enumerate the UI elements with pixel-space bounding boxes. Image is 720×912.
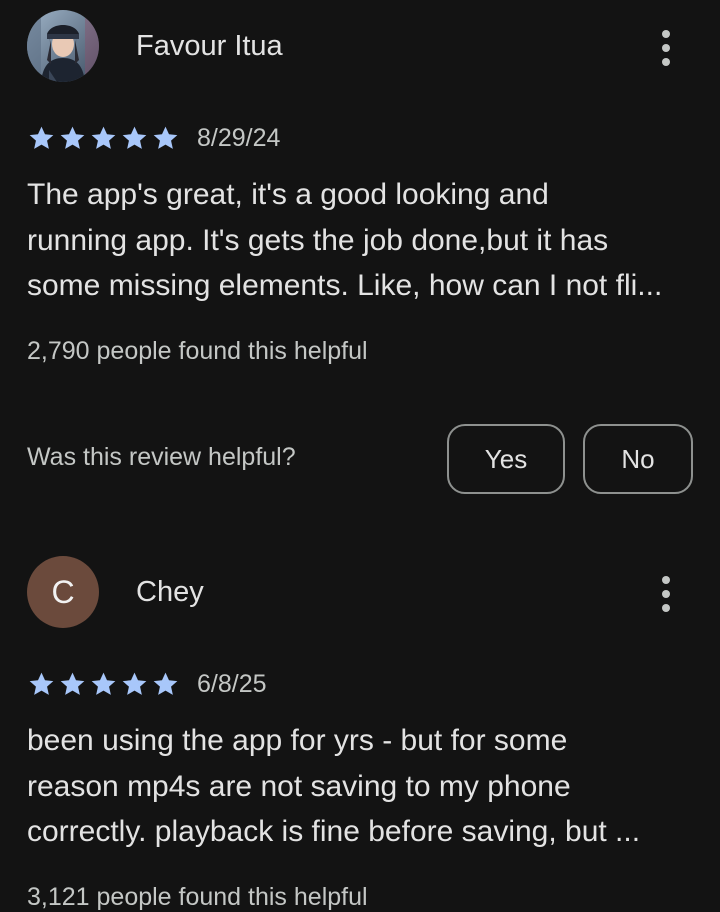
star-icon bbox=[153, 126, 178, 149]
helpful-count: 2,790 people found this helpful bbox=[27, 337, 368, 365]
star-icon bbox=[91, 126, 116, 149]
review-text-line: running app. It's gets the job done,but … bbox=[27, 223, 609, 257]
review-text-line: The app's great, it's a good looking and bbox=[27, 178, 549, 211]
review-date: 8/29/24 bbox=[197, 123, 281, 152]
star-icon bbox=[153, 672, 178, 695]
star-icon bbox=[122, 126, 147, 149]
stars bbox=[27, 124, 180, 153]
review-text-line: been using the app for yrs - but for som… bbox=[27, 724, 568, 757]
review-header: C Chey bbox=[0, 546, 720, 628]
review-author: Favour Itua bbox=[136, 30, 283, 62]
user-photo-icon bbox=[27, 10, 99, 82]
star-rating: 6/8/25 bbox=[27, 668, 267, 700]
review-header: Favour Itua bbox=[0, 0, 720, 82]
avatar: C bbox=[27, 556, 99, 628]
avatar bbox=[27, 10, 99, 82]
review-text-line: reason mp4s are not saving to my phone bbox=[27, 769, 571, 803]
star-icon bbox=[60, 126, 85, 149]
review-text-line: some missing elements. Like, how can I n… bbox=[27, 269, 663, 302]
review-date: 6/8/25 bbox=[197, 669, 267, 698]
helpful-count: 3,121 people found this helpful bbox=[27, 883, 368, 911]
star-icon bbox=[29, 126, 54, 149]
more-vert-icon[interactable] bbox=[648, 570, 684, 618]
review-text[interactable]: The app's great, it's a good looking and… bbox=[27, 172, 692, 309]
stars bbox=[27, 670, 180, 699]
review-author: Chey bbox=[136, 576, 204, 608]
review-text[interactable]: been using the app for yrs - but for som… bbox=[27, 718, 692, 855]
no-button[interactable]: No bbox=[583, 424, 693, 494]
yes-button[interactable]: Yes bbox=[447, 424, 565, 494]
star-rating: 8/29/24 bbox=[27, 122, 280, 154]
review-text-line: correctly. playback is fine before savin… bbox=[27, 815, 641, 848]
star-icon bbox=[29, 672, 54, 695]
star-icon bbox=[122, 672, 147, 695]
star-icon bbox=[60, 672, 85, 695]
helpful-question: Was this review helpful? bbox=[27, 443, 296, 471]
more-vert-icon[interactable] bbox=[648, 24, 684, 72]
star-icon bbox=[91, 672, 116, 695]
